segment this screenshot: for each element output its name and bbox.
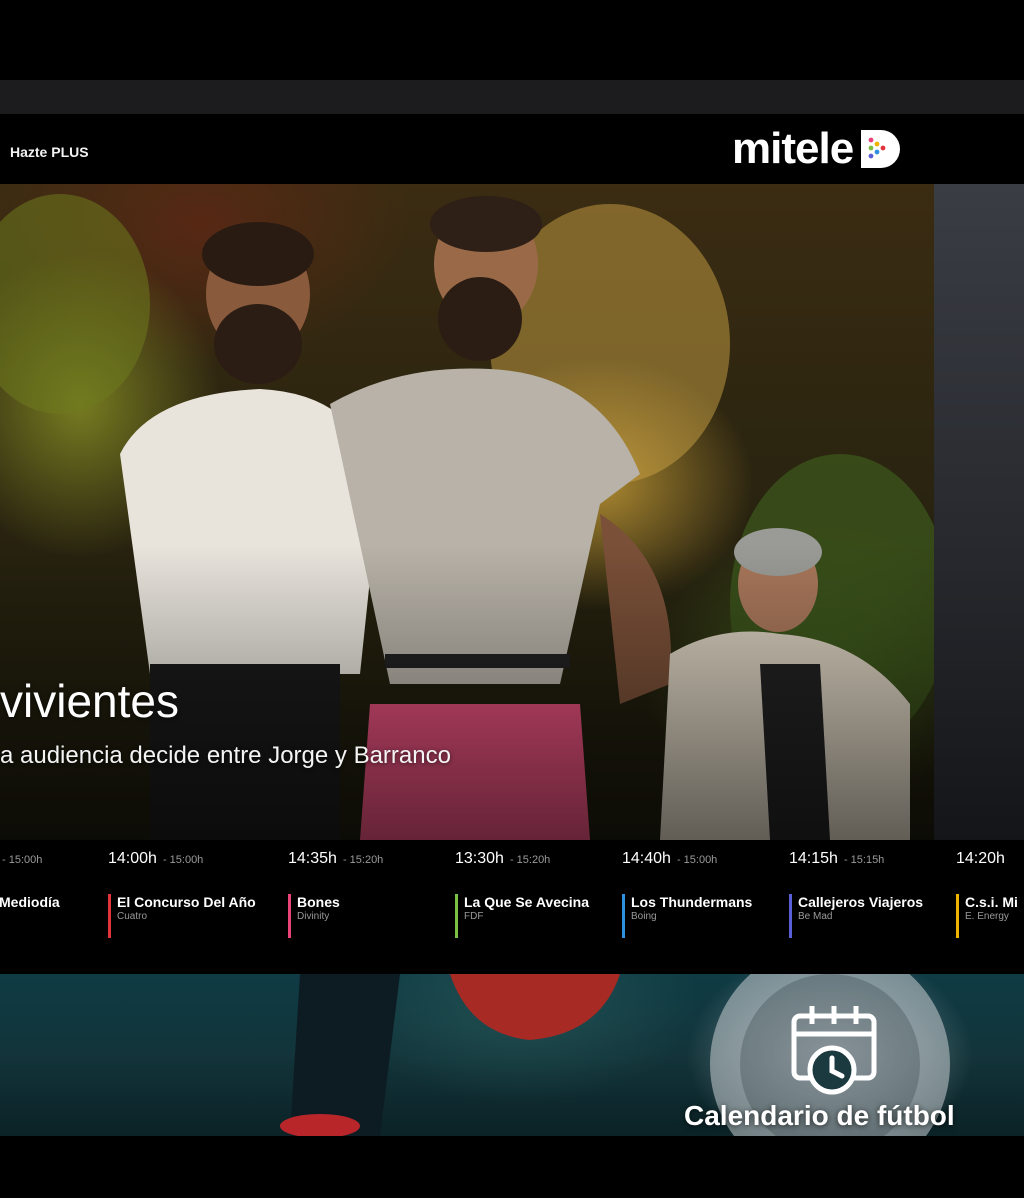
slot-program: Mediodía: [0, 894, 60, 910]
status-bar: [0, 80, 1024, 114]
hero-title: vivientes: [0, 675, 179, 727]
slot-time: 14:35h - 15:20h: [288, 850, 384, 867]
slot-program: C.s.i. Mi E. Energy: [956, 894, 1018, 938]
hero-banner[interactable]: vivientes a audiencia decide entre Jorge…: [0, 184, 934, 840]
slot-program: Los Thundermans Boing: [622, 894, 752, 938]
logo-text: mitele: [732, 124, 854, 173]
schedule-slot[interactable]: - 15:00h Mediodía: [0, 850, 60, 910]
site-header: Hazte PLUS mitele: [0, 114, 1024, 184]
slot-program: El Concurso Del Año Cuatro: [108, 894, 256, 938]
football-calendar-banner[interactable]: Calendario de fútbol: [0, 974, 1024, 1136]
slot-time: 14:15h - 15:15h: [789, 850, 885, 867]
next-carousel-card[interactable]: [934, 184, 1024, 840]
schedule-slot[interactable]: 14:00h - 15:00h El Concurso Del Año Cuatr…: [108, 850, 256, 938]
bottom-letterbox: [0, 1136, 1024, 1198]
play-logo-icon: [861, 130, 901, 168]
calendar-clock-icon: [791, 1006, 877, 1095]
hazte-plus-link[interactable]: Hazte PLUS: [10, 144, 89, 160]
schedule-slot[interactable]: 14:15h - 15:15h Callejeros Viajeros Be Ma…: [789, 850, 923, 938]
slot-time: 14:00h - 15:00h: [108, 850, 204, 867]
slot-time: 14:40h - 15:00h: [622, 850, 718, 867]
schedule-slot[interactable]: 13:30h - 15:20h La Que Se Avecina FDF: [455, 850, 589, 938]
slot-time: 13:30h - 15:20h: [455, 850, 551, 867]
schedule-slot[interactable]: 14:20h C.s.i. Mi E. Energy: [956, 850, 1018, 938]
football-calendar-label: Calendario de fútbol: [684, 1100, 955, 1131]
slot-time: 14:20h: [956, 850, 1005, 867]
slot-program: Bones Divinity: [288, 894, 340, 938]
top-letterbox: [0, 0, 1024, 80]
schedule-slot[interactable]: 14:35h - 15:20h Bones Divinity: [288, 850, 384, 938]
schedule-slot[interactable]: 14:40h - 15:00h Los Thundermans Boing: [622, 850, 752, 938]
slot-program: Callejeros Viajeros Be Mad: [789, 894, 923, 938]
hero-subtitle: a audiencia decide entre Jorge y Barranc…: [0, 742, 451, 769]
mitele-logo[interactable]: mitele: [732, 126, 903, 172]
slot-program: La Que Se Avecina FDF: [455, 894, 589, 938]
slot-time: - 15:00h: [2, 854, 43, 866]
tv-schedule-strip: - 15:00h Mediodía 14:00h - 15:00h El Conc…: [0, 840, 1024, 974]
